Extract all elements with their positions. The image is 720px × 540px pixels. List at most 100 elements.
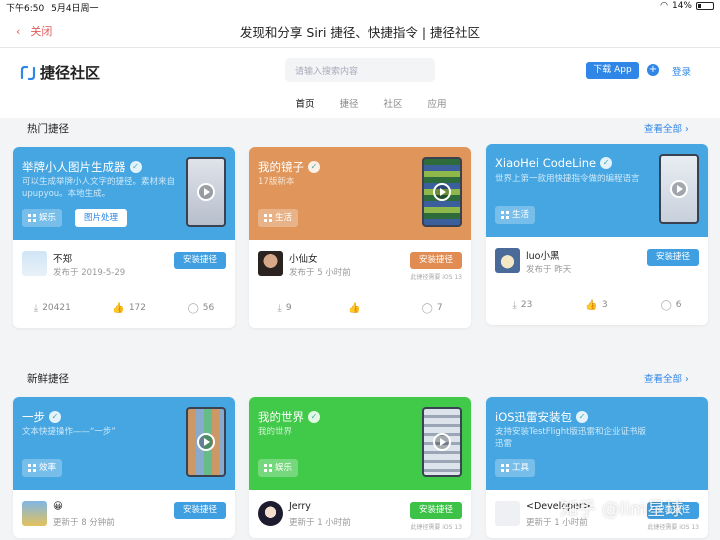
navbar: ‹ 关闭 发现和分享 Siri 捷径、快捷指令 | 捷径社区 (0, 14, 720, 48)
grid-icon (264, 214, 272, 222)
likes-stat[interactable]: 👍 (348, 303, 364, 314)
search-input[interactable]: 请输入搜索内容 (285, 58, 435, 82)
card-title: 举牌小人图片生成器 (22, 160, 126, 174)
download-icon: ⤓ (277, 302, 282, 314)
comment-icon: ◯ (660, 299, 672, 311)
update-date: 更新于 1 小时前 (289, 518, 351, 528)
card-title: 我的世界 (258, 410, 304, 424)
preview-thumbnail[interactable] (659, 154, 699, 224)
download-icon: ⤓ (33, 302, 39, 314)
ios-requirement: 此捷径需要 iOS 13 (410, 274, 462, 281)
comments-stat[interactable]: ◯ 56 (188, 303, 215, 314)
play-icon[interactable] (433, 183, 451, 201)
publish-date: 发布于 2019-5-29 (53, 268, 126, 278)
tag-life[interactable]: 生活 (495, 206, 536, 224)
install-button[interactable]: 安装捷径 (410, 502, 462, 519)
card-desc: 可以生成举牌小人文字的捷径。素材来自 upupyou。本地生成。 (22, 177, 176, 199)
install-button[interactable]: 安装捷径 (174, 252, 226, 269)
author-name[interactable]: 😀 (53, 501, 63, 512)
hot-see-all-link[interactable]: 查看全部 › (644, 121, 689, 135)
card-title: 一步 (22, 410, 45, 424)
tab-home[interactable]: 首页 (283, 96, 327, 110)
fresh-card-2[interactable]: 我的世界 ✓ 我的世界 娱乐 Jerry 更新于 1 小时前 安装捷径 此捷径需… (249, 397, 471, 538)
avatar[interactable] (22, 501, 47, 526)
tag-entertainment[interactable]: 娱乐 (258, 459, 299, 477)
site-logo[interactable]: 捷径社区 (20, 62, 100, 83)
tag-image-processing[interactable]: 图片处理 (75, 209, 127, 227)
hot-section-title: 热门捷径 (27, 123, 69, 135)
hot-card-3[interactable]: XiaoHei CodeLine ✓ 世界上第一款用快捷指令做的编程语言 生活 … (486, 144, 708, 325)
avatar[interactable] (258, 251, 283, 276)
tag-entertainment[interactable]: 娱乐 (22, 209, 63, 227)
play-icon[interactable] (197, 183, 215, 201)
hot-card-2[interactable]: 我的镜子 ✓ 17版新本 生活 小仙女 发布于 5 小时前 安装捷径 此捷径需要… (249, 147, 471, 328)
avatar[interactable] (495, 501, 520, 526)
verified-icon: ✓ (129, 161, 142, 173)
ios-requirement: 此捷径需要 iOS 13 (410, 524, 462, 531)
card-desc: 世界上第一款用快捷指令做的编程语言 (495, 174, 640, 184)
author-name[interactable]: 不郑 (53, 251, 72, 265)
play-icon[interactable] (433, 433, 451, 451)
hot-card-1[interactable]: 举牌小人图片生成器 ✓ 可以生成举牌小人文字的捷径。素材来自 upupyou。本… (13, 147, 235, 328)
avatar[interactable] (495, 248, 520, 273)
comments-stat[interactable]: ◯ 7 (422, 303, 443, 314)
tag-tools[interactable]: 工具 (495, 459, 536, 477)
status-date: 5月4日周一 (51, 4, 99, 14)
verified-icon: ✓ (49, 411, 61, 423)
download-icon: ⤓ (512, 299, 517, 311)
card-title: 我的镜子 (258, 160, 304, 174)
preview-thumbnail[interactable] (186, 157, 226, 227)
verified-icon: ✓ (576, 411, 589, 423)
update-date: 更新于 8 分钟前 (53, 518, 115, 528)
likes-stat[interactable]: 👍 3 (585, 300, 607, 311)
status-bar: 下午6:50 5月4日周一 ◠ 14% (0, 0, 720, 14)
fresh-section-title: 新鲜捷径 (27, 373, 69, 385)
tag-life[interactable]: 生活 (258, 209, 299, 227)
publish-date: 发布于 5 小时前 (289, 268, 351, 278)
downloads-stat: ⤓ 20421 (33, 302, 71, 314)
install-button[interactable]: 安装捷径 (647, 249, 699, 266)
tab-apps[interactable]: 应用 (415, 96, 459, 110)
tab-community[interactable]: 社区 (371, 96, 415, 110)
main-tabs: 首页 捷径 社区 应用 (283, 96, 459, 110)
grid-icon (28, 464, 36, 472)
card-title: iOS迅雷安装包 (495, 410, 573, 424)
install-button[interactable]: 安装捷径 (410, 252, 462, 269)
card-desc: 支持安装TestFlight版迅雷和企业证书版迅雷 (495, 427, 646, 449)
avatar[interactable] (22, 251, 47, 276)
play-icon[interactable] (670, 180, 688, 198)
avatar[interactable] (258, 501, 283, 526)
wifi-icon: ◠ (660, 1, 668, 11)
tab-shortcuts[interactable]: 捷径 (327, 96, 371, 110)
battery-percent: 14% (671, 1, 692, 11)
grid-icon (501, 211, 509, 219)
status-time: 下午6:50 (6, 4, 45, 14)
likes-stat[interactable]: 👍 172 (112, 303, 146, 314)
card-desc: 我的世界 (258, 427, 293, 437)
thumbs-up-icon: 👍 (112, 302, 125, 314)
thumbs-up-icon: 👍 (585, 299, 598, 311)
logo-text: 捷径社区 (40, 64, 101, 82)
fresh-card-1[interactable]: 一步 ✓ 文本快捷操作——“一步” 效率 😀 更新于 8 分钟前 安装捷径 (13, 397, 235, 538)
tag-efficiency[interactable]: 效率 (22, 459, 63, 477)
author-name[interactable]: Jerry (289, 501, 311, 512)
card-desc: 文本快捷操作——“一步” (22, 427, 116, 437)
play-icon[interactable] (197, 433, 215, 451)
login-button[interactable]: 登录 (672, 64, 691, 78)
download-app-button[interactable]: 下载 App (586, 62, 639, 79)
verified-icon: ✓ (600, 157, 613, 169)
comments-stat[interactable]: ◯ 6 (661, 300, 682, 311)
preview-thumbnail[interactable] (422, 407, 462, 477)
card-desc: 17版新本 (258, 177, 295, 187)
publish-date: 发布于 昨天 (526, 265, 572, 275)
comment-icon: ◯ (187, 302, 199, 314)
author-name[interactable]: luo小黑 (526, 248, 559, 262)
fresh-see-all-link[interactable]: 查看全部 › (644, 371, 689, 385)
preview-thumbnail[interactable] (186, 407, 226, 477)
install-button[interactable]: 安装捷径 (174, 502, 226, 519)
author-name[interactable]: 小仙女 (289, 251, 318, 265)
preview-thumbnail[interactable] (422, 157, 462, 227)
thumbs-up-icon: 👍 (348, 302, 361, 314)
plus-button[interactable]: + (647, 64, 659, 76)
downloads-stat: ⤓ 9 (277, 302, 292, 314)
